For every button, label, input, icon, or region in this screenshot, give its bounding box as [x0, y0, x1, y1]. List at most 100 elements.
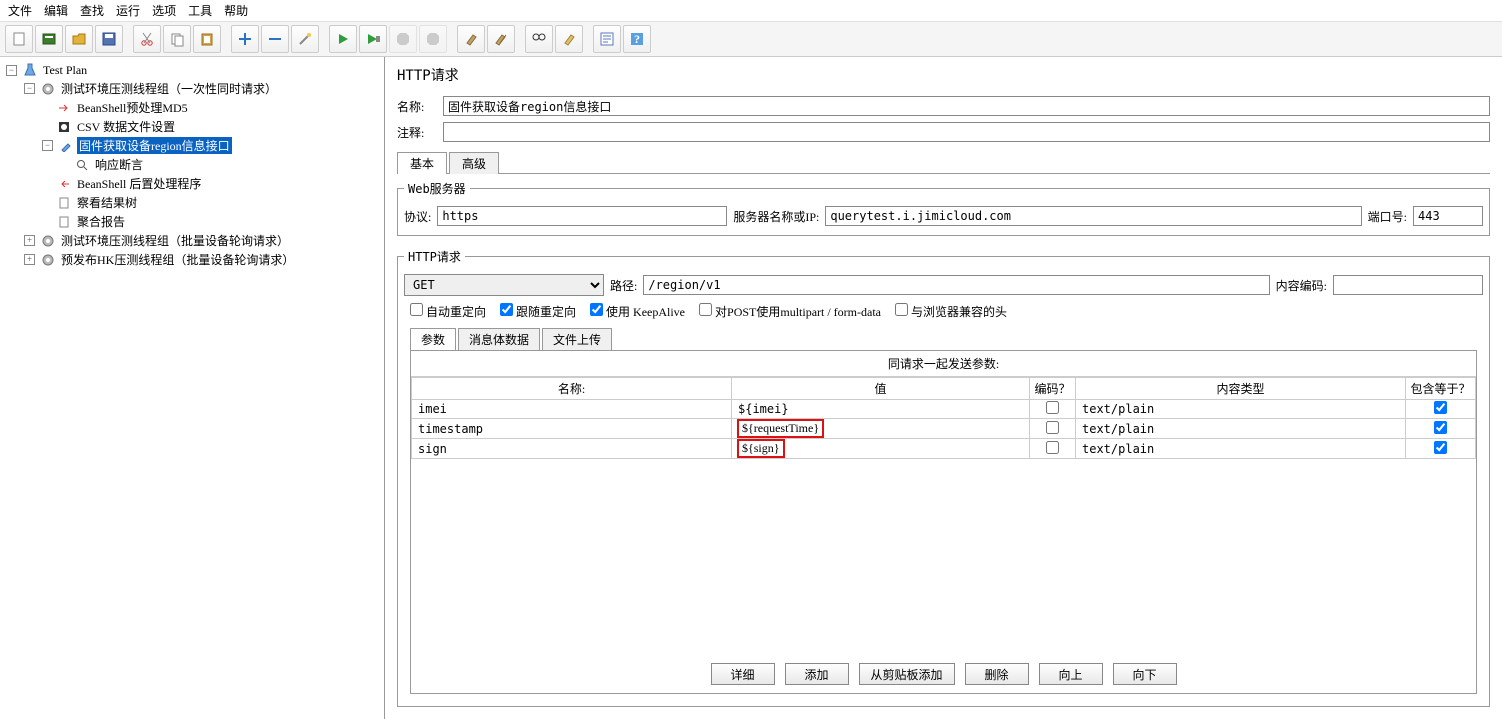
function-icon[interactable] — [593, 25, 621, 53]
host-input[interactable] — [825, 206, 1361, 226]
col-name[interactable]: 名称: — [412, 378, 732, 400]
tree-root[interactable]: − Test Plan — [6, 61, 380, 79]
cell-encode[interactable] — [1030, 439, 1076, 459]
delete-button[interactable]: 删除 — [965, 663, 1029, 685]
cell-ctype[interactable]: text/plain — [1076, 439, 1406, 459]
table-row[interactable]: sign${sign} text/plain — [412, 439, 1476, 459]
minus-icon[interactable] — [261, 25, 289, 53]
cell-encode[interactable] — [1030, 419, 1076, 439]
plus-icon[interactable] — [231, 25, 259, 53]
search-tb-icon[interactable] — [525, 25, 553, 53]
tree-threadgroup-1[interactable]: − 测试环境压测线程组（一次性同时请求） — [24, 79, 380, 98]
expand-icon[interactable]: + — [24, 254, 35, 265]
tree-assertion[interactable]: 响应断言 — [60, 155, 380, 174]
cell-ctype[interactable]: text/plain — [1076, 419, 1406, 439]
menu-file[interactable]: 文件 — [8, 2, 32, 19]
run-noto-icon[interactable] — [359, 25, 387, 53]
menu-run[interactable]: 运行 — [116, 2, 140, 19]
pipette-icon — [58, 138, 74, 154]
path-input[interactable] — [643, 275, 1269, 295]
reset-search-icon[interactable] — [555, 25, 583, 53]
tree-http-request[interactable]: − 固件获取设备region信息接口 — [42, 136, 380, 155]
tree-beanshell-post[interactable]: BeanShell 后置处理程序 — [42, 174, 380, 193]
open-icon[interactable] — [65, 25, 93, 53]
subtab-params[interactable]: 参数 — [410, 328, 456, 350]
gear-icon — [40, 81, 56, 97]
main-split: − Test Plan − 测试环境压测线程组（一次性同时请求） BeanShe… — [0, 57, 1502, 719]
tree-csv[interactable]: CSV 数据文件设置 — [42, 117, 380, 136]
params-title: 同请求一起发送参数: — [411, 351, 1476, 377]
menu-edit[interactable]: 编辑 — [44, 2, 68, 19]
config-panel: HTTP请求 名称: 注释: 基本 高级 Web服务器 协议: 服务器名称或IP… — [385, 57, 1502, 719]
chk-browser-headers[interactable]: 与浏览器兼容的头 — [895, 303, 1007, 320]
table-row[interactable]: timestamp${requestTime} text/plain — [412, 419, 1476, 439]
add-button[interactable]: 添加 — [785, 663, 849, 685]
new-icon[interactable] — [5, 25, 33, 53]
stop-icon[interactable] — [389, 25, 417, 53]
chk-keepalive[interactable]: 使用 KeepAlive — [590, 303, 685, 320]
menu-help[interactable]: 帮助 — [224, 2, 248, 19]
cell-name[interactable]: timestamp — [412, 419, 732, 439]
chk-auto-redirect[interactable]: 自动重定向 — [410, 303, 486, 320]
menu-options[interactable]: 选项 — [152, 2, 176, 19]
run-icon[interactable] — [329, 25, 357, 53]
tree-aggregate[interactable]: 聚合报告 — [42, 212, 380, 231]
encoding-input[interactable] — [1333, 275, 1483, 295]
chk-multipart[interactable]: 对POST使用multipart / form-data — [699, 303, 881, 320]
cell-encode[interactable] — [1030, 400, 1076, 419]
tree-threadgroup-2[interactable]: +测试环境压测线程组（批量设备轮询请求） — [24, 231, 380, 250]
cell-name[interactable]: imei — [412, 400, 732, 419]
tab-basic[interactable]: 基本 — [397, 152, 447, 174]
method-select[interactable]: GET — [404, 274, 604, 296]
cell-value[interactable]: ${requestTime} — [732, 419, 1030, 439]
collapse-icon[interactable]: − — [24, 83, 35, 94]
col-value[interactable]: 值 — [732, 378, 1030, 400]
tree-pane[interactable]: − Test Plan − 测试环境压测线程组（一次性同时请求） BeanShe… — [0, 57, 385, 719]
tree-threadgroup-3[interactable]: +预发布HK压测线程组（批量设备轮询请求） — [24, 250, 380, 269]
subtab-body[interactable]: 消息体数据 — [458, 328, 540, 350]
cut-icon[interactable] — [133, 25, 161, 53]
save-icon[interactable] — [95, 25, 123, 53]
params-box: 同请求一起发送参数: 名称: 值 编码？ 内容类型 包含等于？ imei${im… — [410, 350, 1477, 694]
name-input[interactable] — [443, 96, 1490, 116]
cell-value[interactable]: ${sign} — [732, 439, 1030, 459]
magnifier-icon — [74, 157, 90, 173]
tree-results-tree[interactable]: 察看结果树 — [42, 193, 380, 212]
protocol-input[interactable] — [437, 206, 727, 226]
help-icon[interactable]: ? — [623, 25, 651, 53]
comment-input[interactable] — [443, 122, 1490, 142]
shutdown-icon[interactable] — [419, 25, 447, 53]
params-table[interactable]: 名称: 值 编码？ 内容类型 包含等于？ imei${imei} text/pla… — [411, 377, 1476, 459]
tab-advanced[interactable]: 高级 — [449, 152, 499, 174]
cell-name[interactable]: sign — [412, 439, 732, 459]
tree-beanshell-pre[interactable]: BeanShell预处理MD5 — [42, 98, 380, 117]
col-ctype[interactable]: 内容类型 — [1076, 378, 1406, 400]
up-button[interactable]: 向上 — [1039, 663, 1103, 685]
menu-tools[interactable]: 工具 — [188, 2, 212, 19]
expand-icon[interactable]: + — [24, 235, 35, 246]
toolbar: ? — [0, 21, 1502, 57]
clear-icon[interactable] — [457, 25, 485, 53]
subtab-files[interactable]: 文件上传 — [542, 328, 612, 350]
collapse-icon[interactable]: − — [6, 65, 17, 76]
cell-include[interactable] — [1406, 400, 1476, 419]
add-from-clipboard-button[interactable]: 从剪贴板添加 — [859, 663, 955, 685]
clear-all-icon[interactable] — [487, 25, 515, 53]
detail-button[interactable]: 详细 — [711, 663, 775, 685]
cell-value[interactable]: ${imei} — [732, 400, 1030, 419]
chk-follow-redirect[interactable]: 跟随重定向 — [500, 303, 576, 320]
templates-icon[interactable] — [35, 25, 63, 53]
down-button[interactable]: 向下 — [1113, 663, 1177, 685]
wand-icon[interactable] — [291, 25, 319, 53]
cell-include[interactable] — [1406, 439, 1476, 459]
cell-include[interactable] — [1406, 419, 1476, 439]
port-input[interactable] — [1413, 206, 1483, 226]
table-row[interactable]: imei${imei} text/plain — [412, 400, 1476, 419]
menu-search[interactable]: 查找 — [80, 2, 104, 19]
copy-icon[interactable] — [163, 25, 191, 53]
col-encode[interactable]: 编码？ — [1030, 378, 1076, 400]
col-include[interactable]: 包含等于？ — [1406, 378, 1476, 400]
cell-ctype[interactable]: text/plain — [1076, 400, 1406, 419]
paste-icon[interactable] — [193, 25, 221, 53]
collapse-icon[interactable]: − — [42, 140, 53, 151]
